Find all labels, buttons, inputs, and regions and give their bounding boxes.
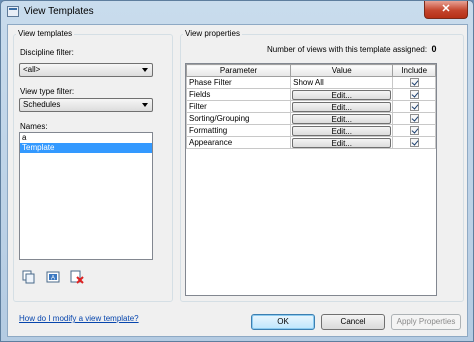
help-link[interactable]: How do I modify a view template? bbox=[19, 314, 139, 323]
list-item[interactable]: a bbox=[20, 133, 152, 143]
list-item-selected[interactable]: Template bbox=[20, 143, 152, 153]
value-cell: Edit... bbox=[290, 88, 394, 101]
views-count-label: Number of views with this template assig… bbox=[267, 45, 428, 54]
ok-button[interactable]: OK bbox=[251, 314, 315, 330]
include-cell bbox=[392, 88, 436, 101]
edit-appearance-button[interactable]: Edit... bbox=[292, 137, 392, 148]
window-title: View Templates bbox=[24, 6, 94, 17]
names-label: Names: bbox=[20, 122, 48, 131]
window-icon bbox=[7, 6, 19, 17]
view-type-filter-value: Schedules bbox=[23, 100, 61, 109]
parameter-cell: Phase Filter bbox=[185, 76, 292, 89]
column-header-value[interactable]: Value bbox=[290, 64, 394, 77]
view-type-filter-label: View type filter: bbox=[20, 87, 75, 96]
table-row[interactable]: Sorting/Grouping Edit... bbox=[185, 112, 436, 125]
views-count-text: Number of views with this template assig… bbox=[267, 44, 437, 54]
delete-icon[interactable] bbox=[70, 270, 84, 284]
chevron-down-icon bbox=[142, 68, 148, 72]
include-cell bbox=[392, 124, 436, 137]
table-row[interactable]: Formatting Edit... bbox=[185, 124, 436, 137]
view-templates-group-label: View templates bbox=[16, 29, 75, 38]
edit-fields-button[interactable]: Edit... bbox=[292, 89, 392, 100]
title-bar[interactable]: View Templates ✕ bbox=[1, 1, 473, 23]
value-cell: Edit... bbox=[290, 124, 394, 137]
column-header-include[interactable]: Include bbox=[392, 64, 436, 77]
table-header-row: Parameter Value Include bbox=[185, 64, 436, 77]
include-cell bbox=[392, 76, 436, 89]
include-checkbox[interactable] bbox=[409, 126, 419, 136]
include-checkbox[interactable] bbox=[409, 102, 419, 112]
properties-table: Parameter Value Include Phase Filter Sho… bbox=[185, 64, 436, 149]
parameter-cell: Sorting/Grouping bbox=[185, 112, 292, 125]
discipline-filter-value: <all> bbox=[23, 65, 41, 74]
column-header-parameter[interactable]: Parameter bbox=[185, 64, 292, 77]
edit-sorting-grouping-button[interactable]: Edit... bbox=[292, 113, 392, 124]
edit-filter-button[interactable]: Edit... bbox=[292, 101, 392, 112]
views-count-value: 0 bbox=[431, 44, 437, 54]
close-button[interactable]: ✕ bbox=[424, 1, 468, 19]
rename-icon[interactable]: A bbox=[46, 270, 60, 284]
include-cell bbox=[392, 112, 436, 125]
parameter-cell: Appearance bbox=[185, 136, 292, 149]
view-templates-dialog: View Templates ✕ View templates Discipli… bbox=[0, 0, 474, 342]
names-list[interactable]: a Template bbox=[19, 132, 153, 260]
chevron-down-icon bbox=[142, 103, 148, 107]
edit-formatting-button[interactable]: Edit... bbox=[292, 125, 392, 136]
parameter-cell: Formatting bbox=[185, 124, 292, 137]
cancel-button[interactable]: Cancel bbox=[321, 314, 385, 330]
include-checkbox[interactable] bbox=[409, 138, 419, 148]
table-row[interactable]: Appearance Edit... bbox=[185, 136, 436, 149]
value-cell[interactable]: Show All bbox=[290, 76, 394, 89]
dialog-body: View templates Discipline filter: <all> … bbox=[7, 24, 468, 337]
include-checkbox[interactable] bbox=[409, 90, 419, 100]
svg-text:A: A bbox=[51, 276, 55, 282]
view-properties-group-label: View properties bbox=[183, 29, 242, 38]
table-row[interactable]: Fields Edit... bbox=[185, 88, 436, 101]
include-cell bbox=[392, 136, 436, 149]
table-row[interactable]: Phase Filter Show All bbox=[185, 76, 436, 89]
include-cell bbox=[392, 100, 436, 113]
value-cell: Edit... bbox=[290, 136, 394, 149]
parameter-cell: Filter bbox=[185, 100, 292, 113]
parameter-cell: Fields bbox=[185, 88, 292, 101]
table-row[interactable]: Filter Edit... bbox=[185, 100, 436, 113]
duplicate-icon[interactable] bbox=[22, 270, 36, 284]
view-type-filter-dropdown[interactable]: Schedules bbox=[19, 98, 153, 112]
value-cell: Edit... bbox=[290, 112, 394, 125]
include-checkbox[interactable] bbox=[409, 114, 419, 124]
discipline-filter-dropdown[interactable]: <all> bbox=[19, 63, 153, 77]
view-properties-grid: Parameter Value Include Phase Filter Sho… bbox=[185, 63, 437, 296]
discipline-filter-label: Discipline filter: bbox=[20, 48, 74, 57]
value-cell: Edit... bbox=[290, 100, 394, 113]
include-checkbox[interactable] bbox=[409, 78, 419, 88]
apply-properties-button[interactable]: Apply Properties bbox=[391, 314, 461, 330]
